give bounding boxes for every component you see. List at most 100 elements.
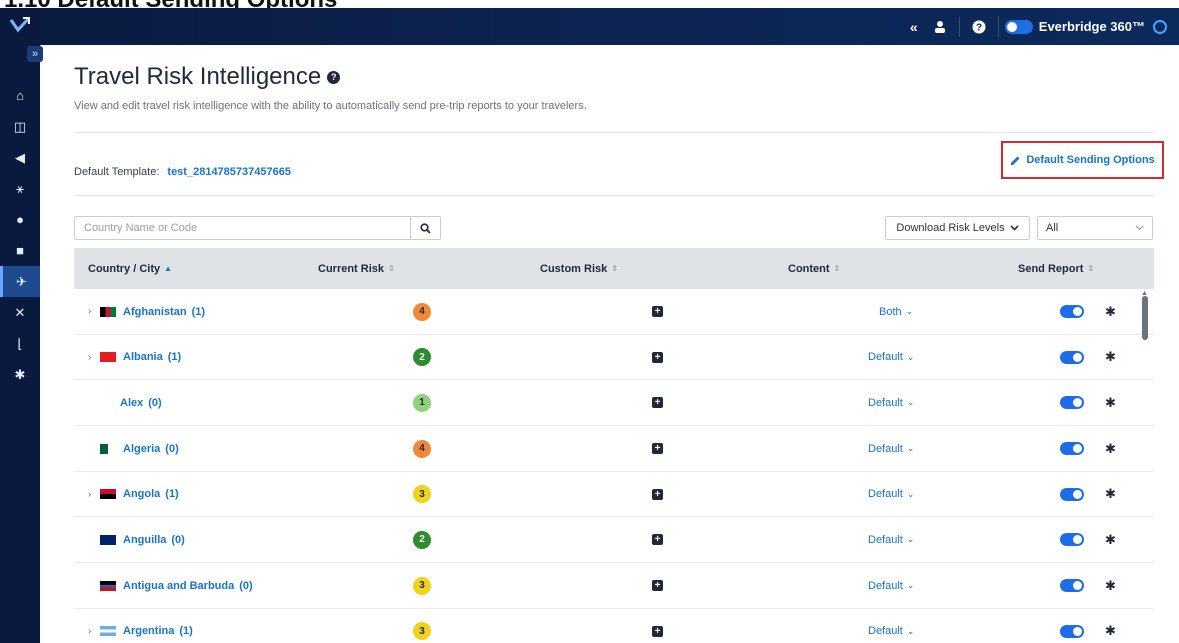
sort-icon: ▲ bbox=[164, 264, 173, 273]
country-name-link[interactable]: Anguilla bbox=[123, 534, 166, 546]
expand-row-icon[interactable]: › bbox=[88, 352, 100, 363]
column-header-custom-risk[interactable]: Custom Risk ⇕ bbox=[540, 248, 618, 289]
incident-icon[interactable]: ⚹ bbox=[0, 173, 40, 204]
gear-icon[interactable]: ✱ bbox=[1105, 349, 1116, 365]
gear-icon[interactable]: ✱ bbox=[1105, 578, 1116, 594]
expand-row-icon[interactable]: › bbox=[88, 489, 100, 500]
search-icon bbox=[420, 222, 431, 234]
content-dropdown[interactable]: Default ⌄ bbox=[868, 426, 914, 471]
sidebar-nav: ⌂ ◫ ◀ ⚹ ● ■ ✈ ✕ ⌊ ✱ bbox=[0, 80, 40, 390]
megaphone-icon[interactable]: ◀ bbox=[0, 142, 40, 173]
content-dropdown[interactable]: Default ⌄ bbox=[868, 380, 914, 425]
power-icon[interactable] bbox=[1153, 19, 1167, 34]
plane-icon[interactable]: ✈ bbox=[0, 266, 40, 297]
send-report-toggle[interactable] bbox=[1060, 396, 1084, 410]
risk-level-badge: 1 bbox=[413, 393, 431, 412]
search-input[interactable] bbox=[75, 217, 410, 239]
content-dropdown[interactable]: Default ⌄ bbox=[868, 472, 914, 517]
risk-icon[interactable]: ✕ bbox=[0, 297, 40, 328]
file-icon[interactable]: ■ bbox=[0, 235, 40, 266]
search-button[interactable] bbox=[410, 217, 440, 239]
gear-icon[interactable]: ✱ bbox=[1105, 441, 1116, 457]
svg-text:?: ? bbox=[976, 22, 982, 33]
add-custom-risk-icon[interactable]: + bbox=[652, 534, 663, 546]
sort-icon: ⇕ bbox=[1087, 264, 1095, 273]
risk-level-badge: 2 bbox=[413, 348, 431, 367]
country-name-link[interactable]: Argentina bbox=[123, 625, 174, 637]
expand-row-icon[interactable]: › bbox=[88, 306, 100, 317]
send-report-toggle[interactable] bbox=[1060, 487, 1084, 501]
table-row: Algeria (0) 4 + Default ⌄ ✱ bbox=[74, 426, 1154, 472]
risk-level-badge: 4 bbox=[413, 439, 431, 458]
table-header: Country / City ▲ Current Risk ⇕ Custom Ris… bbox=[74, 248, 1154, 289]
gear-icon[interactable]: ✱ bbox=[1105, 532, 1116, 548]
help-icon[interactable]: ? bbox=[327, 70, 341, 84]
home-icon[interactable]: ⌂ bbox=[0, 80, 40, 111]
default-sending-options-button[interactable]: Default Sending Options bbox=[1001, 141, 1164, 179]
country-cell: Alex (0) bbox=[120, 380, 162, 425]
content-dropdown[interactable]: Default ⌄ bbox=[868, 517, 914, 562]
chevron-down-icon: ⌄ bbox=[905, 306, 914, 316]
send-report-toggle[interactable] bbox=[1060, 305, 1084, 318]
scrollbar[interactable] bbox=[1142, 296, 1148, 340]
country-name-link[interactable]: Antigua and Barbuda bbox=[123, 580, 234, 592]
product-toggle[interactable] bbox=[1004, 19, 1033, 34]
chevron-down-icon bbox=[1135, 223, 1144, 234]
content-dropdown[interactable]: Default ⌄ bbox=[868, 335, 914, 380]
filter-value: All bbox=[1046, 222, 1059, 234]
collapse-icon[interactable]: « bbox=[901, 8, 927, 45]
send-report-toggle[interactable] bbox=[1060, 442, 1084, 456]
gear-icon[interactable]: ✱ bbox=[1105, 395, 1116, 411]
add-custom-risk-icon[interactable]: + bbox=[652, 443, 663, 455]
country-name-link[interactable]: Albania bbox=[123, 351, 163, 363]
send-report-toggle[interactable] bbox=[1060, 533, 1084, 547]
user-icon[interactable] bbox=[927, 8, 953, 45]
gear-icon[interactable]: ✱ bbox=[1105, 623, 1116, 639]
add-custom-risk-icon[interactable]: + bbox=[652, 351, 663, 363]
sort-icon: ⇕ bbox=[611, 264, 618, 273]
content-dropdown[interactable]: Default ⌄ bbox=[868, 609, 914, 643]
add-custom-risk-icon[interactable]: + bbox=[652, 488, 663, 500]
country-name-link[interactable]: Alex bbox=[120, 397, 143, 409]
settings-icon[interactable]: ✱ bbox=[0, 359, 40, 390]
template-label: Default Template: bbox=[74, 166, 160, 178]
filter-select[interactable]: All bbox=[1037, 216, 1153, 240]
column-header-current-risk[interactable]: Current Risk ⇕ bbox=[318, 248, 395, 289]
column-header-country[interactable]: Country / City ▲ bbox=[88, 248, 172, 289]
city-count: (0) bbox=[171, 533, 185, 546]
column-header-content[interactable]: Content ⇕ bbox=[788, 248, 840, 289]
add-custom-risk-icon[interactable]: + bbox=[652, 306, 663, 317]
country-name-link[interactable]: Afghanistan bbox=[123, 306, 187, 318]
add-custom-risk-icon[interactable]: + bbox=[652, 397, 663, 409]
briefcase-icon[interactable]: ◫ bbox=[0, 111, 40, 142]
country-cell: Anguilla (0) bbox=[100, 517, 185, 562]
city-count: (0) bbox=[239, 579, 253, 592]
content-dropdown[interactable]: Default ⌄ bbox=[868, 563, 914, 608]
logo-icon[interactable] bbox=[8, 16, 32, 36]
column-header-send-report[interactable]: Send Report ⇕ bbox=[1018, 248, 1094, 289]
country-name-link[interactable]: Algeria bbox=[123, 443, 160, 455]
location-icon[interactable]: ● bbox=[0, 204, 40, 235]
gear-icon[interactable]: ✱ bbox=[1105, 304, 1116, 320]
template-link[interactable]: test_2814785737457665 bbox=[167, 166, 291, 178]
chart-icon[interactable]: ⌊ bbox=[0, 328, 40, 359]
content-value: Default bbox=[868, 533, 903, 546]
table-row: Antigua and Barbuda (0) 3 + Default ⌄ ✱ bbox=[74, 563, 1154, 609]
divider bbox=[74, 132, 1154, 133]
send-report-toggle[interactable] bbox=[1060, 624, 1084, 638]
expand-sidebar-icon[interactable]: » bbox=[27, 46, 43, 62]
download-risk-levels-button[interactable]: Download Risk Levels bbox=[885, 216, 1030, 240]
help-icon[interactable]: ? bbox=[966, 8, 992, 45]
gear-icon[interactable]: ✱ bbox=[1105, 486, 1116, 502]
send-report-toggle[interactable] bbox=[1060, 579, 1084, 593]
content-dropdown[interactable]: Both ⌄ bbox=[879, 289, 913, 334]
table-row: Anguilla (0) 2 + Default ⌄ ✱ bbox=[74, 517, 1154, 564]
add-custom-risk-icon[interactable]: + bbox=[652, 580, 663, 592]
risk-level-badge: 3 bbox=[413, 576, 431, 595]
send-report-toggle[interactable] bbox=[1060, 350, 1084, 364]
add-custom-risk-icon[interactable]: + bbox=[652, 625, 663, 637]
risk-level-badge: 3 bbox=[413, 622, 431, 641]
expand-row-icon[interactable]: › bbox=[88, 626, 100, 637]
country-name-link[interactable]: Angola bbox=[123, 488, 160, 500]
main-content: Travel Risk Intelligence ? View and edit… bbox=[74, 62, 1164, 641]
